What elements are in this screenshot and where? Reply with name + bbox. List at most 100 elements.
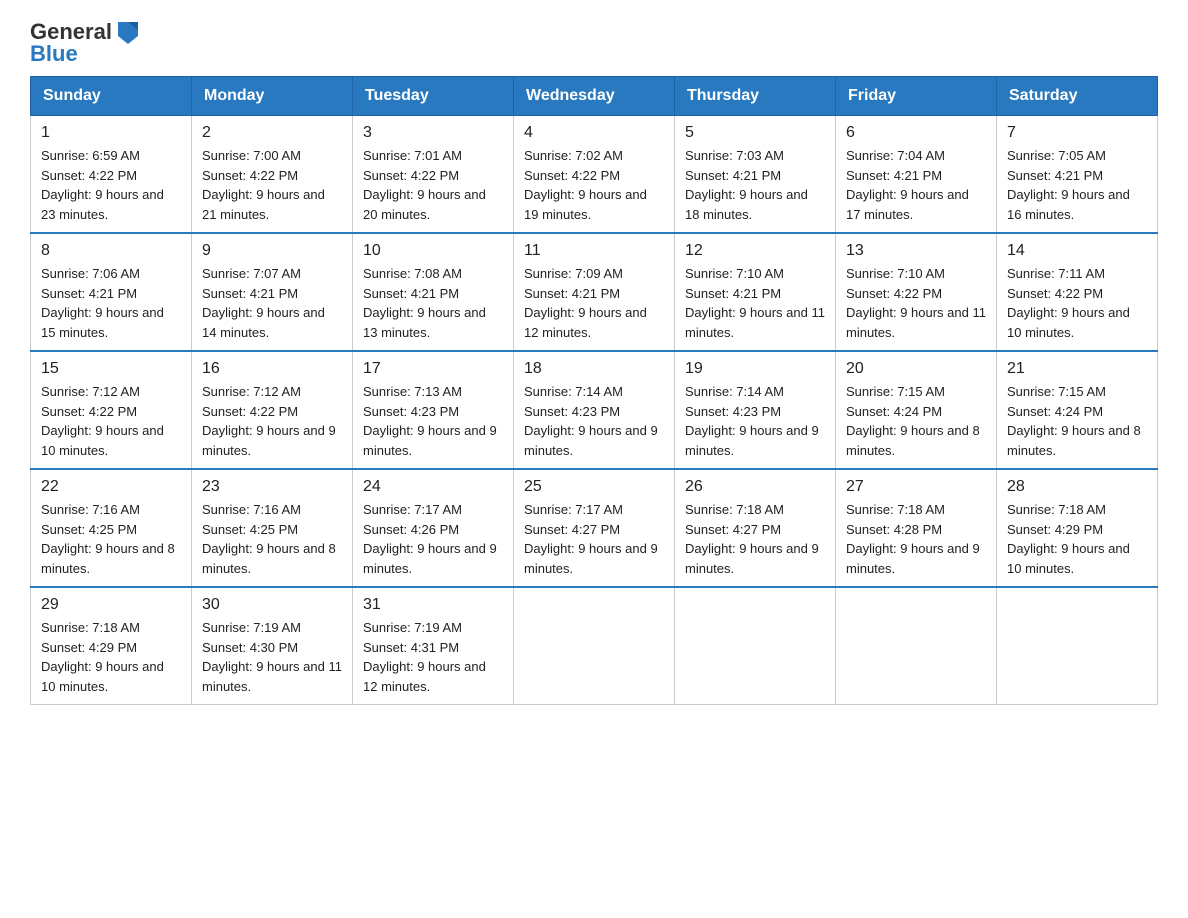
- sunset-text: Sunset: 4:23 PM: [524, 402, 664, 422]
- day-number: 19: [685, 360, 825, 378]
- daylight-text: Daylight: 9 hours and 9 minutes.: [685, 421, 825, 460]
- daylight-text: Daylight: 9 hours and 19 minutes.: [524, 185, 664, 224]
- day-info: Sunrise: 7:18 AMSunset: 4:29 PMDaylight:…: [1007, 500, 1147, 578]
- daylight-text: Daylight: 9 hours and 12 minutes.: [524, 303, 664, 342]
- daylight-text: Daylight: 9 hours and 9 minutes.: [363, 421, 503, 460]
- daylight-text: Daylight: 9 hours and 18 minutes.: [685, 185, 825, 224]
- calendar-table: SundayMondayTuesdayWednesdayThursdayFrid…: [30, 76, 1158, 705]
- sunset-text: Sunset: 4:28 PM: [846, 520, 986, 540]
- day-header-thursday: Thursday: [675, 77, 836, 116]
- day-info: Sunrise: 7:12 AMSunset: 4:22 PMDaylight:…: [202, 382, 342, 460]
- calendar-cell: 13Sunrise: 7:10 AMSunset: 4:22 PMDayligh…: [836, 233, 997, 351]
- calendar-header-row: SundayMondayTuesdayWednesdayThursdayFrid…: [31, 77, 1158, 116]
- day-info: Sunrise: 7:18 AMSunset: 4:29 PMDaylight:…: [41, 618, 181, 696]
- calendar-cell: 6 Sunrise: 7:04 AMSunset: 4:21 PMDaylight…: [836, 116, 997, 234]
- daylight-text: Daylight: 9 hours and 15 minutes.: [41, 303, 181, 342]
- day-number: 29: [41, 596, 181, 614]
- sunset-text: Sunset: 4:27 PM: [524, 520, 664, 540]
- sunrise-text: Sunrise: 7:18 AM: [685, 500, 825, 520]
- week-row-1: 1Sunrise: 6:59 AMSunset: 4:22 PMDaylight…: [31, 116, 1158, 234]
- day-number: 22: [41, 478, 181, 496]
- calendar-cell: 28Sunrise: 7:18 AMSunset: 4:29 PMDayligh…: [997, 469, 1158, 587]
- day-number: 21: [1007, 360, 1147, 378]
- calendar-cell: [836, 587, 997, 705]
- day-info: Sunrise: 7:14 AMSunset: 4:23 PMDaylight:…: [685, 382, 825, 460]
- sunrise-text: Sunrise: 7:14 AM: [524, 382, 664, 402]
- day-info: Sunrise: 7:09 AMSunset: 4:21 PMDaylight:…: [524, 264, 664, 342]
- sunrise-text: Sunrise: 7:14 AM: [685, 382, 825, 402]
- day-info: Sunrise: 7:05 AMSunset: 4:21 PMDaylight:…: [1007, 146, 1147, 224]
- sunrise-text: Sunrise: 7:04 AM: [846, 146, 986, 166]
- day-info: Sunrise: 7:14 AMSunset: 4:23 PMDaylight:…: [524, 382, 664, 460]
- day-header-wednesday: Wednesday: [514, 77, 675, 116]
- sunrise-text: Sunrise: 7:18 AM: [41, 618, 181, 638]
- calendar-cell: 16Sunrise: 7:12 AMSunset: 4:22 PMDayligh…: [192, 351, 353, 469]
- day-number: 27: [846, 478, 986, 496]
- calendar-cell: 24Sunrise: 7:17 AMSunset: 4:26 PMDayligh…: [353, 469, 514, 587]
- sunset-text: Sunset: 4:22 PM: [363, 166, 503, 186]
- day-info: Sunrise: 7:10 AMSunset: 4:21 PMDaylight:…: [685, 264, 825, 342]
- day-info: Sunrise: 7:03 AMSunset: 4:21 PMDaylight:…: [685, 146, 825, 224]
- day-number: 24: [363, 478, 503, 496]
- daylight-text: Daylight: 9 hours and 11 minutes.: [846, 303, 986, 342]
- calendar-cell: 10Sunrise: 7:08 AMSunset: 4:21 PMDayligh…: [353, 233, 514, 351]
- sunset-text: Sunset: 4:22 PM: [41, 402, 181, 422]
- day-info: Sunrise: 7:12 AMSunset: 4:22 PMDaylight:…: [41, 382, 181, 460]
- daylight-text: Daylight: 9 hours and 14 minutes.: [202, 303, 342, 342]
- day-number: 3: [363, 124, 503, 142]
- day-info: Sunrise: 7:04 AMSunset: 4:21 PMDaylight:…: [846, 146, 986, 224]
- daylight-text: Daylight: 9 hours and 8 minutes.: [41, 539, 181, 578]
- sunset-text: Sunset: 4:22 PM: [524, 166, 664, 186]
- sunrise-text: Sunrise: 7:03 AM: [685, 146, 825, 166]
- day-info: Sunrise: 7:16 AMSunset: 4:25 PMDaylight:…: [41, 500, 181, 578]
- sunrise-text: Sunrise: 7:07 AM: [202, 264, 342, 284]
- daylight-text: Daylight: 9 hours and 23 minutes.: [41, 185, 181, 224]
- day-number: 11: [524, 242, 664, 260]
- day-header-friday: Friday: [836, 77, 997, 116]
- sunset-text: Sunset: 4:25 PM: [202, 520, 342, 540]
- daylight-text: Daylight: 9 hours and 9 minutes.: [524, 421, 664, 460]
- day-header-monday: Monday: [192, 77, 353, 116]
- day-number: 30: [202, 596, 342, 614]
- daylight-text: Daylight: 9 hours and 11 minutes.: [685, 303, 825, 342]
- logo-icon: [114, 16, 142, 44]
- week-row-4: 22Sunrise: 7:16 AMSunset: 4:25 PMDayligh…: [31, 469, 1158, 587]
- calendar-cell: 20Sunrise: 7:15 AMSunset: 4:24 PMDayligh…: [836, 351, 997, 469]
- day-info: Sunrise: 6:59 AMSunset: 4:22 PMDaylight:…: [41, 146, 181, 224]
- sunset-text: Sunset: 4:24 PM: [846, 402, 986, 422]
- sunrise-text: Sunrise: 6:59 AM: [41, 146, 181, 166]
- calendar-cell: 3Sunrise: 7:01 AMSunset: 4:22 PMDaylight…: [353, 116, 514, 234]
- sunset-text: Sunset: 4:21 PM: [363, 284, 503, 304]
- day-number: 7: [1007, 124, 1147, 142]
- day-number: 6: [846, 124, 986, 142]
- daylight-text: Daylight: 9 hours and 17 minutes.: [846, 185, 986, 224]
- sunset-text: Sunset: 4:22 PM: [41, 166, 181, 186]
- sunrise-text: Sunrise: 7:16 AM: [41, 500, 181, 520]
- sunset-text: Sunset: 4:25 PM: [41, 520, 181, 540]
- sunrise-text: Sunrise: 7:16 AM: [202, 500, 342, 520]
- day-info: Sunrise: 7:00 AMSunset: 4:22 PMDaylight:…: [202, 146, 342, 224]
- calendar-cell: 4Sunrise: 7:02 AMSunset: 4:22 PMDaylight…: [514, 116, 675, 234]
- sunrise-text: Sunrise: 7:18 AM: [1007, 500, 1147, 520]
- day-number: 5: [685, 124, 825, 142]
- calendar-cell: 31Sunrise: 7:19 AMSunset: 4:31 PMDayligh…: [353, 587, 514, 705]
- daylight-text: Daylight: 9 hours and 13 minutes.: [363, 303, 503, 342]
- day-info: Sunrise: 7:06 AMSunset: 4:21 PMDaylight:…: [41, 264, 181, 342]
- sunrise-text: Sunrise: 7:19 AM: [363, 618, 503, 638]
- sunset-text: Sunset: 4:21 PM: [202, 284, 342, 304]
- day-info: Sunrise: 7:19 AMSunset: 4:31 PMDaylight:…: [363, 618, 503, 696]
- sunrise-text: Sunrise: 7:17 AM: [524, 500, 664, 520]
- calendar-cell: 5 Sunrise: 7:03 AMSunset: 4:21 PMDaylight…: [675, 116, 836, 234]
- day-header-tuesday: Tuesday: [353, 77, 514, 116]
- daylight-text: Daylight: 9 hours and 16 minutes.: [1007, 185, 1147, 224]
- sunrise-text: Sunrise: 7:06 AM: [41, 264, 181, 284]
- calendar-cell: 8Sunrise: 7:06 AMSunset: 4:21 PMDaylight…: [31, 233, 192, 351]
- sunset-text: Sunset: 4:29 PM: [1007, 520, 1147, 540]
- week-row-5: 29 Sunrise: 7:18 AMSunset: 4:29 PMDayligh…: [31, 587, 1158, 705]
- daylight-text: Daylight: 9 hours and 8 minutes.: [1007, 421, 1147, 460]
- daylight-text: Daylight: 9 hours and 12 minutes.: [363, 657, 503, 696]
- day-number: 26: [685, 478, 825, 496]
- calendar-cell: 12Sunrise: 7:10 AMSunset: 4:21 PMDayligh…: [675, 233, 836, 351]
- daylight-text: Daylight: 9 hours and 9 minutes.: [846, 539, 986, 578]
- calendar-cell: 25Sunrise: 7:17 AMSunset: 4:27 PMDayligh…: [514, 469, 675, 587]
